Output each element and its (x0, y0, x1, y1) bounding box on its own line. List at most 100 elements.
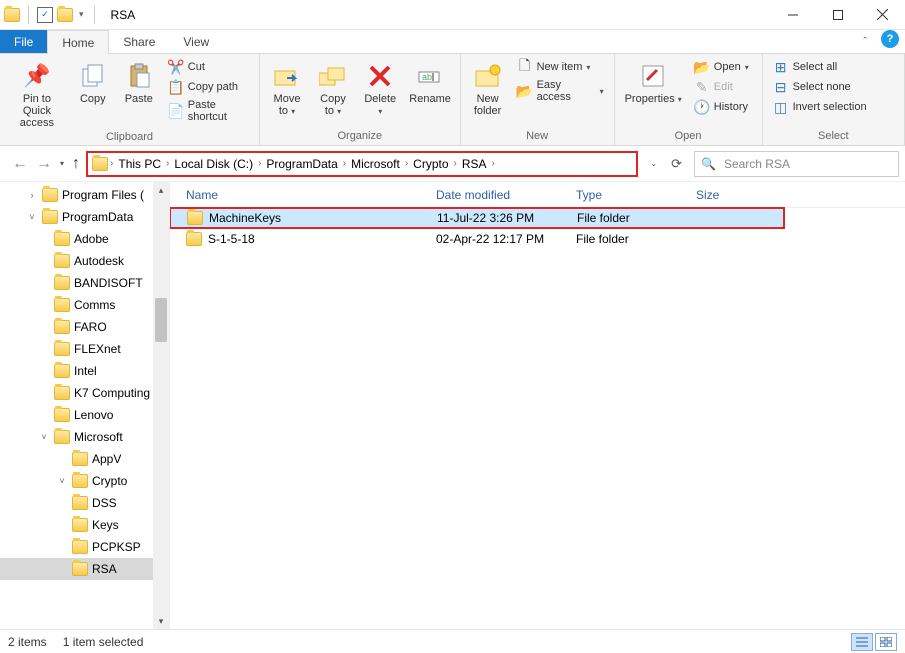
tree-node[interactable]: BANDISOFT (0, 272, 169, 294)
crumb-local-disk[interactable]: Local Disk (C:) (171, 157, 256, 171)
tree-node[interactable]: FARO (0, 316, 169, 338)
pin-to-quick-access-button[interactable]: 📌 Pin to Quick access (6, 58, 68, 131)
address-bar[interactable]: › This PC› Local Disk (C:)› ProgramData›… (86, 151, 638, 177)
address-folder-icon (92, 157, 108, 171)
folder-icon (54, 232, 70, 246)
crumb-microsoft[interactable]: Microsoft (348, 157, 403, 171)
tree-node[interactable]: ›Program Files ( (0, 184, 169, 206)
refresh-button[interactable]: ⟳ (671, 156, 682, 172)
address-history-dropdown[interactable]: ⌄ (650, 159, 657, 168)
crumb-this-pc[interactable]: This PC (115, 157, 164, 171)
tree-node[interactable]: Autodesk (0, 250, 169, 272)
chevron-right-icon[interactable]: › (403, 158, 410, 169)
open-button[interactable]: 📂Open ▾ (690, 58, 753, 76)
chevron-right-icon[interactable]: › (452, 158, 459, 169)
tree-node[interactable]: Keys (0, 514, 169, 536)
disclosure-icon[interactable]: › (26, 190, 38, 200)
column-name[interactable]: Name (180, 188, 430, 202)
tree-node[interactable]: AppV (0, 448, 169, 470)
tree-node[interactable]: Adobe (0, 228, 169, 250)
rename-button[interactable]: ab Rename (407, 58, 454, 107)
qat-new-folder[interactable] (57, 8, 73, 22)
file-row[interactable]: MachineKeys11-Jul-22 3:26 PMFile folder (169, 207, 785, 229)
history-button[interactable]: 🕐History (690, 98, 753, 116)
disclosure-icon[interactable]: ˅ (26, 212, 38, 222)
maximize-button[interactable] (815, 0, 860, 29)
file-date: 11-Jul-22 3:26 PM (431, 211, 571, 225)
chevron-right-icon[interactable]: › (108, 158, 115, 169)
thumbnails-view-button[interactable] (875, 633, 897, 651)
scroll-down-button[interactable]: ▾ (153, 613, 169, 629)
folder-icon (54, 276, 70, 290)
minimize-button[interactable] (770, 0, 815, 29)
new-item-icon: 🗋 (517, 59, 533, 75)
edit-button[interactable]: ✎Edit (690, 78, 753, 96)
select-all-button[interactable]: ⊞Select all (769, 58, 871, 76)
new-folder-button[interactable]: New folder (467, 58, 509, 119)
tree-node-label: Adobe (74, 232, 109, 246)
tree-node[interactable]: ˅Microsoft (0, 426, 169, 448)
recent-locations[interactable]: ▾ (60, 159, 64, 168)
tab-view[interactable]: View (169, 30, 223, 53)
tab-file[interactable]: File (0, 30, 47, 53)
qat-customize[interactable]: ▾ (77, 9, 86, 20)
file-row[interactable]: S-1-5-1802-Apr-22 12:17 PMFile folder (170, 228, 905, 250)
tree-node[interactable]: Comms (0, 294, 169, 316)
chevron-right-icon[interactable]: › (164, 158, 171, 169)
edit-icon: ✎ (694, 79, 710, 95)
help-button[interactable]: ? (881, 30, 899, 48)
disclosure-icon[interactable]: ˅ (38, 432, 50, 442)
details-view-button[interactable] (851, 633, 873, 651)
tree-node[interactable]: ˅ProgramData (0, 206, 169, 228)
invert-selection-button[interactable]: ◫Invert selection (769, 98, 871, 116)
paste-shortcut-button[interactable]: 📄Paste shortcut (164, 98, 253, 124)
svg-text:ab: ab (422, 72, 432, 82)
chevron-right-icon[interactable]: › (256, 158, 263, 169)
tree-node[interactable]: RSA (0, 558, 169, 580)
select-none-button[interactable]: ⊟Select none (769, 78, 871, 96)
select-all-icon: ⊞ (773, 59, 789, 75)
search-input[interactable]: 🔍 Search RSA (694, 151, 899, 177)
copy-to-button[interactable]: Copy to ▾ (312, 58, 354, 119)
paste-icon (123, 60, 155, 92)
tree-node[interactable]: K7 Computing (0, 382, 169, 404)
disclosure-icon[interactable]: ˅ (56, 476, 68, 486)
delete-button[interactable]: Delete ▾ (358, 58, 403, 119)
column-size[interactable]: Size (690, 188, 770, 202)
tab-share[interactable]: Share (109, 30, 169, 53)
column-date[interactable]: Date modified (430, 188, 570, 202)
back-button[interactable]: ← (12, 155, 28, 173)
sidebar-scrollbar[interactable]: ▴ ▾ (153, 182, 169, 629)
crumb-rsa[interactable]: RSA (459, 157, 490, 171)
move-to-button[interactable]: Move to ▾ (266, 58, 308, 119)
column-type[interactable]: Type (570, 188, 690, 202)
tree-node[interactable]: Intel (0, 360, 169, 382)
folder-icon (54, 430, 70, 444)
folder-icon (72, 540, 88, 554)
chevron-right-icon[interactable]: › (341, 158, 348, 169)
tree-node[interactable]: ˅Crypto (0, 470, 169, 492)
close-button[interactable] (860, 0, 905, 29)
scroll-thumb[interactable] (155, 298, 167, 342)
cut-button[interactable]: ✂️Cut (164, 58, 253, 76)
invert-selection-icon: ◫ (773, 99, 789, 115)
tree-node[interactable]: DSS (0, 492, 169, 514)
paste-button[interactable]: Paste (118, 58, 160, 107)
qat-properties[interactable]: ✓ (37, 7, 53, 23)
copy-button[interactable]: Copy (72, 58, 114, 107)
tab-home[interactable]: Home (47, 30, 109, 54)
copy-path-button[interactable]: 📋Copy path (164, 78, 253, 96)
tree-node[interactable]: PCPKSP (0, 536, 169, 558)
up-button[interactable]: ↑ (72, 155, 80, 173)
properties-button[interactable]: Properties ▾ (621, 58, 686, 107)
crumb-crypto[interactable]: Crypto (410, 157, 451, 171)
crumb-programdata[interactable]: ProgramData (263, 157, 340, 171)
collapse-ribbon[interactable]: ˆ (855, 30, 875, 53)
scroll-up-button[interactable]: ▴ (153, 182, 169, 198)
new-item-button[interactable]: 🗋New item ▾ (513, 58, 608, 76)
chevron-right-icon[interactable]: › (490, 158, 497, 169)
forward-button[interactable]: → (36, 155, 52, 173)
easy-access-button[interactable]: 📂Easy access ▾ (513, 78, 608, 104)
tree-node[interactable]: FLEXnet (0, 338, 169, 360)
tree-node[interactable]: Lenovo (0, 404, 169, 426)
